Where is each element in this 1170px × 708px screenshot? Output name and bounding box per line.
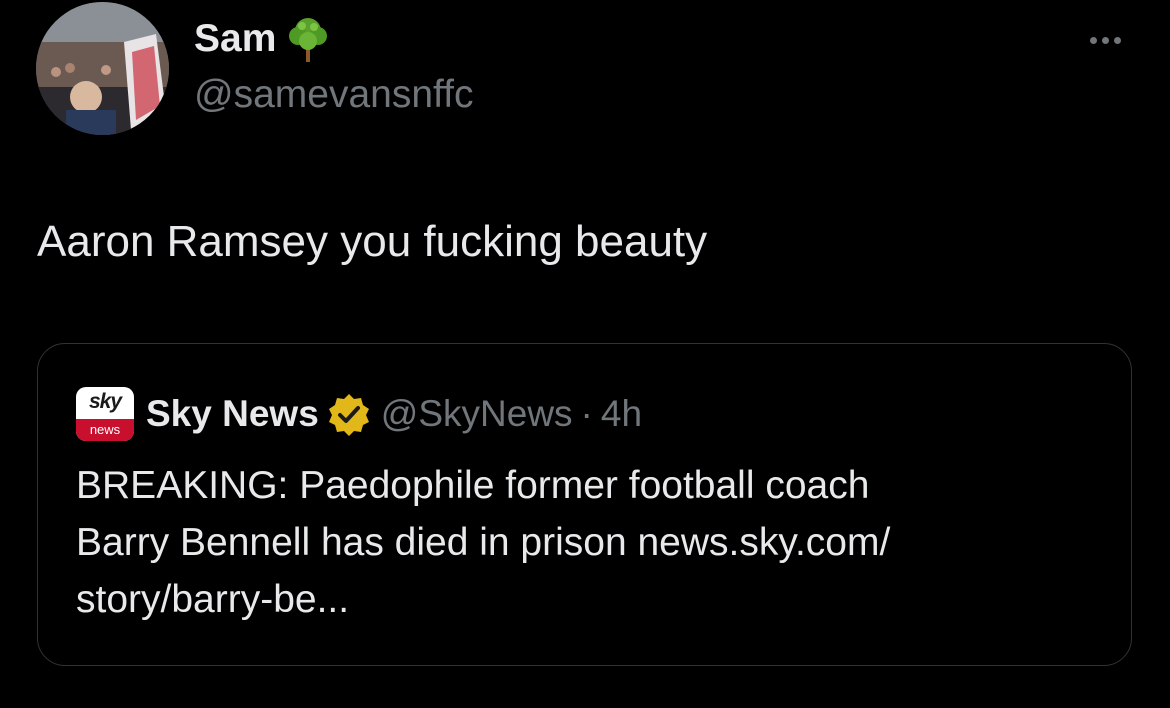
sky-logo-word: sky (88, 390, 122, 413)
sky-news-avatar[interactable]: sky news (76, 387, 134, 441)
quoted-author-handle[interactable]: @SkyNews (381, 393, 573, 435)
quoted-tweet-text: BREAKING: Paedophile former football coa… (76, 457, 1096, 628)
quote-separator: · (580, 393, 593, 434)
tree-icon (286, 14, 330, 64)
quoted-tweet-text-line: BREAKING: Paedophile former football coa… (76, 464, 870, 507)
more-horizontal-icon (1101, 36, 1109, 44)
avatar-photo (36, 2, 169, 135)
more-options-button[interactable] (1078, 20, 1132, 60)
quoted-author-name[interactable]: Sky News (146, 393, 319, 435)
verified-gold-badge-icon (328, 394, 369, 436)
quoted-tweet-text-line: story/barry-be... (76, 578, 350, 621)
author-avatar[interactable] (36, 2, 169, 135)
quoted-tweet-timestamp[interactable]: 4h (601, 393, 642, 435)
more-horizontal-icon (1089, 36, 1097, 44)
more-horizontal-icon (1113, 36, 1121, 44)
author-display-name[interactable]: Sam (194, 14, 276, 64)
sky-logo-news-bar: news (76, 419, 134, 441)
tweet-text: Aaron Ramsey you fucking beauty (37, 217, 708, 266)
tweet: Sam @samevansnffc Aaron Ramsey you fucki… (0, 0, 1170, 708)
quoted-tweet-text-line: Barry Bennell has died in prison news.sk… (76, 521, 891, 564)
author-handle[interactable]: @samevansnffc (194, 72, 474, 118)
quoted-tweet-card[interactable]: sky news Sky News @SkyNews · 4h BREAKING… (37, 343, 1132, 666)
quoted-tweet-header: sky news Sky News @SkyNews · 4h (76, 387, 642, 441)
author-name-row: Sam (194, 14, 330, 64)
